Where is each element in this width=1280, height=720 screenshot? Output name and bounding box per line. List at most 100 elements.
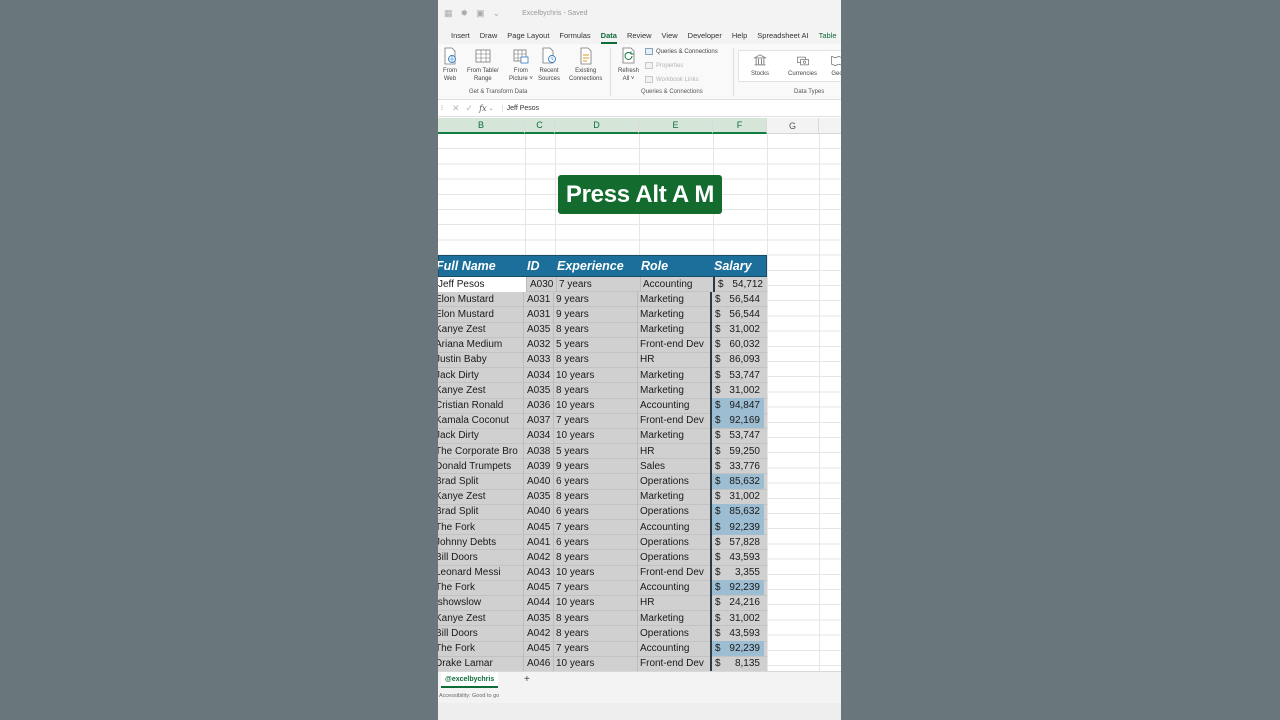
cell-salary[interactable]: $94,847 — [710, 398, 764, 414]
cell-id[interactable]: A030 — [526, 276, 556, 292]
cell-salary[interactable]: $92,239 — [710, 519, 764, 535]
tab-view[interactable]: View — [657, 31, 683, 40]
cell-experience[interactable]: 10 years — [553, 367, 637, 383]
cell-salary[interactable]: $60,032 — [710, 337, 764, 353]
cell-full-name[interactable]: Leonard Messi — [438, 565, 523, 580]
cell-role[interactable]: Marketing — [637, 382, 710, 398]
cell-id[interactable]: A043 — [523, 565, 553, 581]
workbook-links-button[interactable]: Workbook Links — [645, 76, 699, 83]
cell-full-name[interactable]: Donald Trumpets — [438, 459, 523, 474]
cell-role[interactable]: Marketing — [637, 367, 710, 383]
cell-role[interactable]: Marketing — [637, 610, 710, 626]
header-experience[interactable]: Experience — [554, 259, 638, 273]
cell-salary[interactable]: $59,250 — [710, 443, 764, 459]
cell-role[interactable]: Accounting — [637, 580, 710, 596]
cell-role[interactable]: Front-end Dev — [637, 337, 710, 353]
tab-page-layout[interactable]: Page Layout — [502, 31, 554, 40]
cell-role[interactable]: Marketing — [637, 428, 710, 444]
cell-role[interactable]: HR — [637, 443, 710, 459]
cell-role[interactable]: Front-end Dev — [637, 656, 710, 672]
cell-salary[interactable]: $31,002 — [710, 382, 764, 398]
cell-role[interactable]: Operations — [637, 504, 710, 520]
cell-id[interactable]: A045 — [523, 580, 553, 596]
cell-experience[interactable]: 5 years — [553, 337, 637, 353]
cell-full-name[interactable]: The Corporate Bro — [438, 444, 523, 459]
cell-role[interactable]: Accounting — [640, 276, 713, 292]
stocks-button[interactable]: Stocks — [751, 54, 769, 78]
settings-icon[interactable]: ✹ — [461, 8, 469, 19]
column-header-g[interactable]: G — [767, 118, 819, 134]
cell-role[interactable]: Marketing — [637, 291, 710, 307]
tab-data[interactable]: Data — [596, 31, 622, 44]
worksheet-grid[interactable]: Press Alt A M Full Name ID Experience Ro… — [438, 134, 841, 672]
header-role[interactable]: Role — [638, 259, 711, 273]
cell-role[interactable]: Accounting — [637, 398, 710, 414]
column-header-e[interactable]: E — [639, 118, 713, 134]
cell-role[interactable]: Marketing — [637, 322, 710, 338]
cell-id[interactable]: A039 — [523, 458, 553, 474]
cell-id[interactable]: A031 — [523, 306, 553, 323]
cell-experience[interactable]: 6 years — [553, 504, 637, 520]
cell-experience[interactable]: 8 years — [553, 549, 637, 566]
cell-full-name[interactable]: Brad Split — [438, 504, 523, 519]
cell-role[interactable]: Marketing — [637, 306, 710, 323]
cell-role[interactable]: Front-end Dev — [637, 413, 710, 429]
cell-id[interactable]: A035 — [523, 610, 553, 626]
cell-salary[interactable]: $31,002 — [710, 489, 764, 505]
cell-experience[interactable]: 7 years — [556, 276, 640, 292]
cell-full-name[interactable]: The Fork — [438, 641, 523, 656]
refresh-all-button[interactable]: Refresh All ˅ — [618, 47, 639, 83]
cell-id[interactable]: A034 — [523, 367, 553, 383]
cell-full-name[interactable]: Kanye Zest — [438, 611, 523, 626]
cell-id[interactable]: A036 — [523, 398, 553, 414]
header-salary[interactable]: Salary — [711, 259, 765, 273]
overflow-chevron-icon[interactable]: ⌄ — [493, 8, 501, 19]
from-web-button[interactable]: From Web — [442, 47, 458, 83]
header-full-name[interactable]: Full Name — [438, 259, 524, 273]
cell-salary[interactable]: $92,169 — [710, 413, 764, 429]
tab-developer[interactable]: Developer — [683, 31, 727, 40]
cell-full-name[interactable]: The Fork — [438, 520, 523, 535]
cell-salary[interactable]: $31,002 — [710, 322, 764, 338]
add-sheet-button[interactable]: + — [524, 674, 530, 685]
cell-id[interactable]: A038 — [523, 443, 553, 459]
cell-role[interactable]: Operations — [637, 625, 710, 641]
cell-full-name[interactable]: Jeff Pesos — [438, 276, 526, 292]
column-header-c[interactable]: C — [525, 118, 555, 134]
cell-id[interactable]: A035 — [523, 322, 553, 338]
recent-sources-button[interactable]: Recent Sources — [538, 47, 560, 83]
cell-role[interactable]: HR — [637, 595, 710, 611]
cell-id[interactable]: A033 — [523, 352, 553, 368]
cell-id[interactable]: A037 — [523, 413, 553, 429]
cell-salary[interactable]: $33,776 — [710, 458, 764, 474]
cell-full-name[interactable]: Johnny Debts — [438, 535, 523, 550]
cell-id[interactable]: A044 — [523, 595, 553, 611]
cell-full-name[interactable]: Kanye Zest — [438, 322, 523, 337]
cell-experience[interactable]: 8 years — [553, 625, 637, 641]
cell-experience[interactable]: 10 years — [553, 428, 637, 444]
cell-full-name[interactable]: The Fork — [438, 580, 523, 595]
cell-id[interactable]: A042 — [523, 549, 553, 566]
cell-salary[interactable]: $53,747 — [710, 367, 764, 383]
cell-salary[interactable]: $57,828 — [710, 534, 764, 550]
cell-role[interactable]: Operations — [637, 473, 710, 490]
cell-salary[interactable]: $24,216 — [710, 595, 764, 611]
tab-help[interactable]: Help — [727, 31, 752, 40]
cell-full-name[interactable]: Elon Mustard — [438, 292, 523, 307]
cell-full-name[interactable]: Drake Lamar — [438, 656, 523, 671]
cancel-icon[interactable]: ✕ — [452, 103, 460, 114]
cell-salary[interactable]: $86,093 — [710, 352, 764, 368]
cell-id[interactable]: A040 — [523, 504, 553, 520]
cell-salary[interactable]: $92,239 — [710, 580, 764, 596]
window-icon[interactable]: ▣ — [476, 8, 485, 19]
cell-full-name[interactable]: Brad Split — [438, 474, 523, 489]
cell-id[interactable]: A035 — [523, 489, 553, 505]
cell-role[interactable]: Accounting — [637, 519, 710, 535]
cell-full-name[interactable]: Kanye Zest — [438, 489, 523, 504]
tab-spreadsheet-ai[interactable]: Spreadsheet AI — [752, 31, 813, 40]
cell-salary[interactable]: $56,544 — [710, 306, 764, 323]
cell-experience[interactable]: 7 years — [553, 519, 637, 535]
enter-icon[interactable]: ✓ — [466, 103, 474, 114]
geography-button[interactable]: Geo — [829, 54, 841, 78]
cell-id[interactable]: A045 — [523, 519, 553, 535]
